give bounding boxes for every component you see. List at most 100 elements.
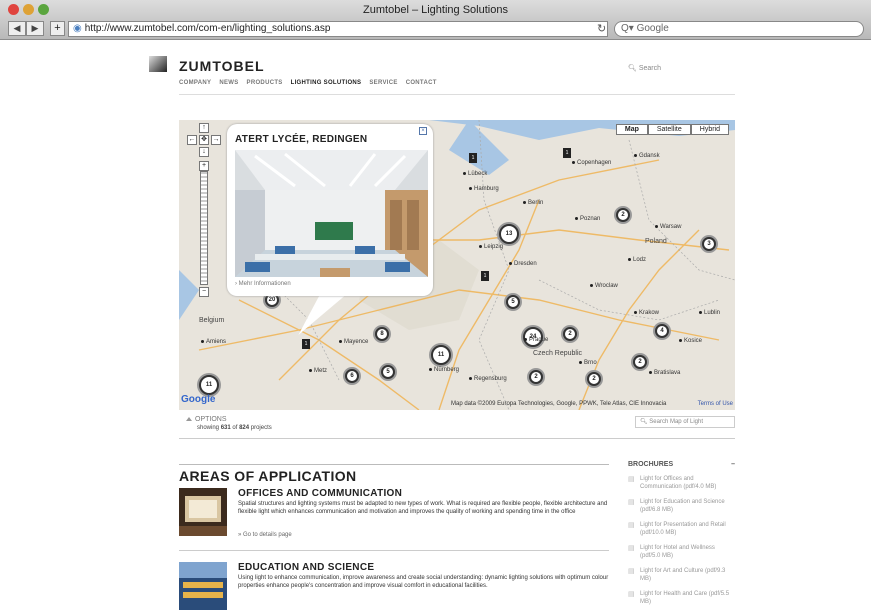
more-info-label: Mehr Informationen (238, 281, 291, 287)
page-content: ZUMTOBEL COMPANY NEWS PRODUCTS LIGHTING … (149, 40, 735, 610)
map-label: Regensburg (469, 376, 507, 382)
divider (179, 94, 735, 95)
map-cluster[interactable]: 5 (381, 365, 395, 379)
map-type-map[interactable]: Map (615, 124, 648, 135)
map-cluster[interactable]: 8 (375, 327, 389, 341)
map-cluster[interactable]: 2 (633, 355, 647, 369)
map-view[interactable]: Map Satellite Hybrid ↑ ← ✥ → ↓ + − 20 13… (179, 120, 735, 410)
more-info-link[interactable]: › Mehr Informationen (235, 281, 291, 287)
address-bar[interactable]: ◉ http://www.zumtobel.com/com-en/lighting… (68, 21, 608, 37)
brochure-link[interactable]: ▤ Light for Art and Culture (pdf/9.3 MB) (628, 567, 735, 583)
map-label: Leipzig (479, 244, 503, 250)
nav-service[interactable]: SERVICE (369, 80, 397, 86)
nav-products[interactable]: PRODUCTS (247, 80, 283, 86)
map-cluster[interactable]: 6 (345, 369, 359, 383)
application-title[interactable]: EDUCATION AND SCIENCE (238, 562, 374, 573)
options-toggle[interactable]: OPTIONS (186, 416, 227, 423)
popup-title: ATERT LYCÉE, REDINGEN (235, 134, 368, 145)
map-cluster[interactable]: 11 (199, 375, 219, 395)
brochures-header[interactable]: BROCHURES – (628, 461, 735, 468)
divider (179, 438, 735, 439)
browser-search-field[interactable]: Q▾ Google (614, 21, 864, 37)
map-type-satellite[interactable]: Satellite (647, 124, 691, 135)
map-label: Kosice (679, 338, 702, 344)
project-count: showing 631 of 824 projects (197, 425, 272, 431)
brochure-label: Light for Education and Science (pdf/6.8… (640, 499, 725, 513)
reload-icon[interactable]: ↻ (597, 22, 606, 35)
back-arrow-icon[interactable]: ◀ (8, 21, 26, 36)
map-cluster[interactable]: 2 (587, 372, 601, 386)
pan-center-icon[interactable]: ✥ (199, 135, 209, 145)
map-cluster[interactable]: 11 (431, 345, 451, 365)
map-label: Lublin (699, 310, 720, 316)
terms-link[interactable]: Terms of Use (698, 401, 733, 407)
add-bookmark-button[interactable]: + (50, 21, 65, 36)
map-attribution: Map data ©2009 Europa Technologies, Goog… (451, 401, 667, 407)
pan-up-icon[interactable]: ↑ (199, 123, 209, 133)
map-cluster[interactable]: 3 (702, 237, 716, 251)
pan-left-icon[interactable]: ← (187, 135, 197, 145)
close-icon[interactable]: × (419, 127, 427, 135)
map-label: Krakow (634, 310, 659, 316)
map-cluster[interactable]: 4 (655, 324, 669, 338)
details-link[interactable]: » Go to details page (238, 532, 292, 538)
search-icon: 🔍︎ (628, 65, 637, 72)
nav-contact[interactable]: CONTACT (406, 80, 437, 86)
pan-right-icon[interactable]: → (211, 135, 221, 145)
map-cluster[interactable]: 13 (499, 224, 519, 244)
shown-count: 631 (220, 425, 231, 431)
map-label: Gdansk (634, 153, 660, 159)
pdf-icon: ▤ (628, 591, 635, 598)
close-window-button[interactable] (8, 4, 19, 15)
pan-down-icon[interactable]: ↓ (199, 147, 209, 157)
nav-news[interactable]: NEWS (219, 80, 238, 86)
map-label: Mayence (339, 339, 368, 345)
map-label: Bratislava (649, 370, 680, 376)
zoom-slider[interactable] (200, 171, 208, 285)
brochure-link[interactable]: ▤ Light for Offices and Communication (pd… (628, 475, 735, 491)
map-type-hybrid[interactable]: Hybrid (690, 124, 729, 135)
brochure-link[interactable]: ▤ Light for Health and Care (pdf/5.5 MB) (628, 590, 735, 606)
map-cluster[interactable]: 2 (563, 327, 577, 341)
map-label: Brno (579, 360, 597, 366)
minimize-window-button[interactable] (23, 4, 34, 15)
maximize-window-button[interactable] (38, 4, 49, 15)
nav-lighting-solutions[interactable]: LIGHTING SOLUTIONS (291, 80, 362, 86)
zoom-in-icon[interactable]: + (199, 161, 209, 171)
brochure-link[interactable]: ▤ Light for Presentation and Retail (pdf/… (628, 521, 735, 537)
site-search[interactable]: 🔍︎ Search (628, 64, 661, 72)
brochure-label: Light for Hotel and Wellness (pdf/5.0 MB… (640, 545, 715, 559)
map-label: Belgium (199, 317, 225, 324)
search-icon: 🔍︎ (640, 419, 648, 425)
map-pin-icon[interactable]: 1 (481, 271, 489, 281)
map-label: Amiens (201, 339, 226, 345)
map-label: Nürnberg (429, 367, 459, 373)
map-search-input[interactable]: 🔍︎ Search Map of Light (635, 416, 735, 428)
site-logo[interactable]: ZUMTOBEL (179, 58, 265, 74)
map-pin-icon[interactable]: 1 (302, 339, 310, 349)
brochure-label: Light for Art and Culture (pdf/9.3 MB) (640, 568, 726, 582)
map-pin-icon[interactable]: 1 (563, 148, 571, 158)
nav-company[interactable]: COMPANY (179, 80, 211, 86)
brochure-link[interactable]: ▤ Light for Education and Science (pdf/6.… (628, 498, 735, 514)
collapse-icon[interactable]: – (731, 461, 735, 468)
pdf-icon: ▤ (628, 522, 635, 529)
map-cluster[interactable]: 2 (529, 370, 543, 384)
zoom-out-icon[interactable]: − (199, 287, 209, 297)
map-cluster[interactable]: 5 (506, 295, 520, 309)
map-label: Czech Republic (533, 350, 583, 357)
application-thumbnail[interactable] (179, 488, 227, 536)
brochures-title: BROCHURES (628, 461, 674, 468)
project-photo[interactable] (235, 150, 428, 277)
logo-mark-icon (149, 56, 167, 72)
application-title[interactable]: OFFICES AND COMMUNICATION (238, 488, 402, 499)
brochure-label: Light for Offices and Communication (pdf… (640, 476, 717, 490)
map-label: Poland (645, 238, 667, 245)
application-description: Spatial structures and lighting systems … (238, 501, 608, 515)
brochure-link[interactable]: ▤ Light for Hotel and Wellness (pdf/5.0 M… (628, 544, 735, 560)
forward-arrow-icon[interactable]: ▶ (26, 21, 44, 36)
map-label: Lodz (628, 257, 646, 263)
map-pin-icon[interactable]: 1 (469, 153, 477, 163)
search-placeholder: Google (636, 23, 669, 34)
map-cluster[interactable]: 2 (616, 208, 630, 222)
